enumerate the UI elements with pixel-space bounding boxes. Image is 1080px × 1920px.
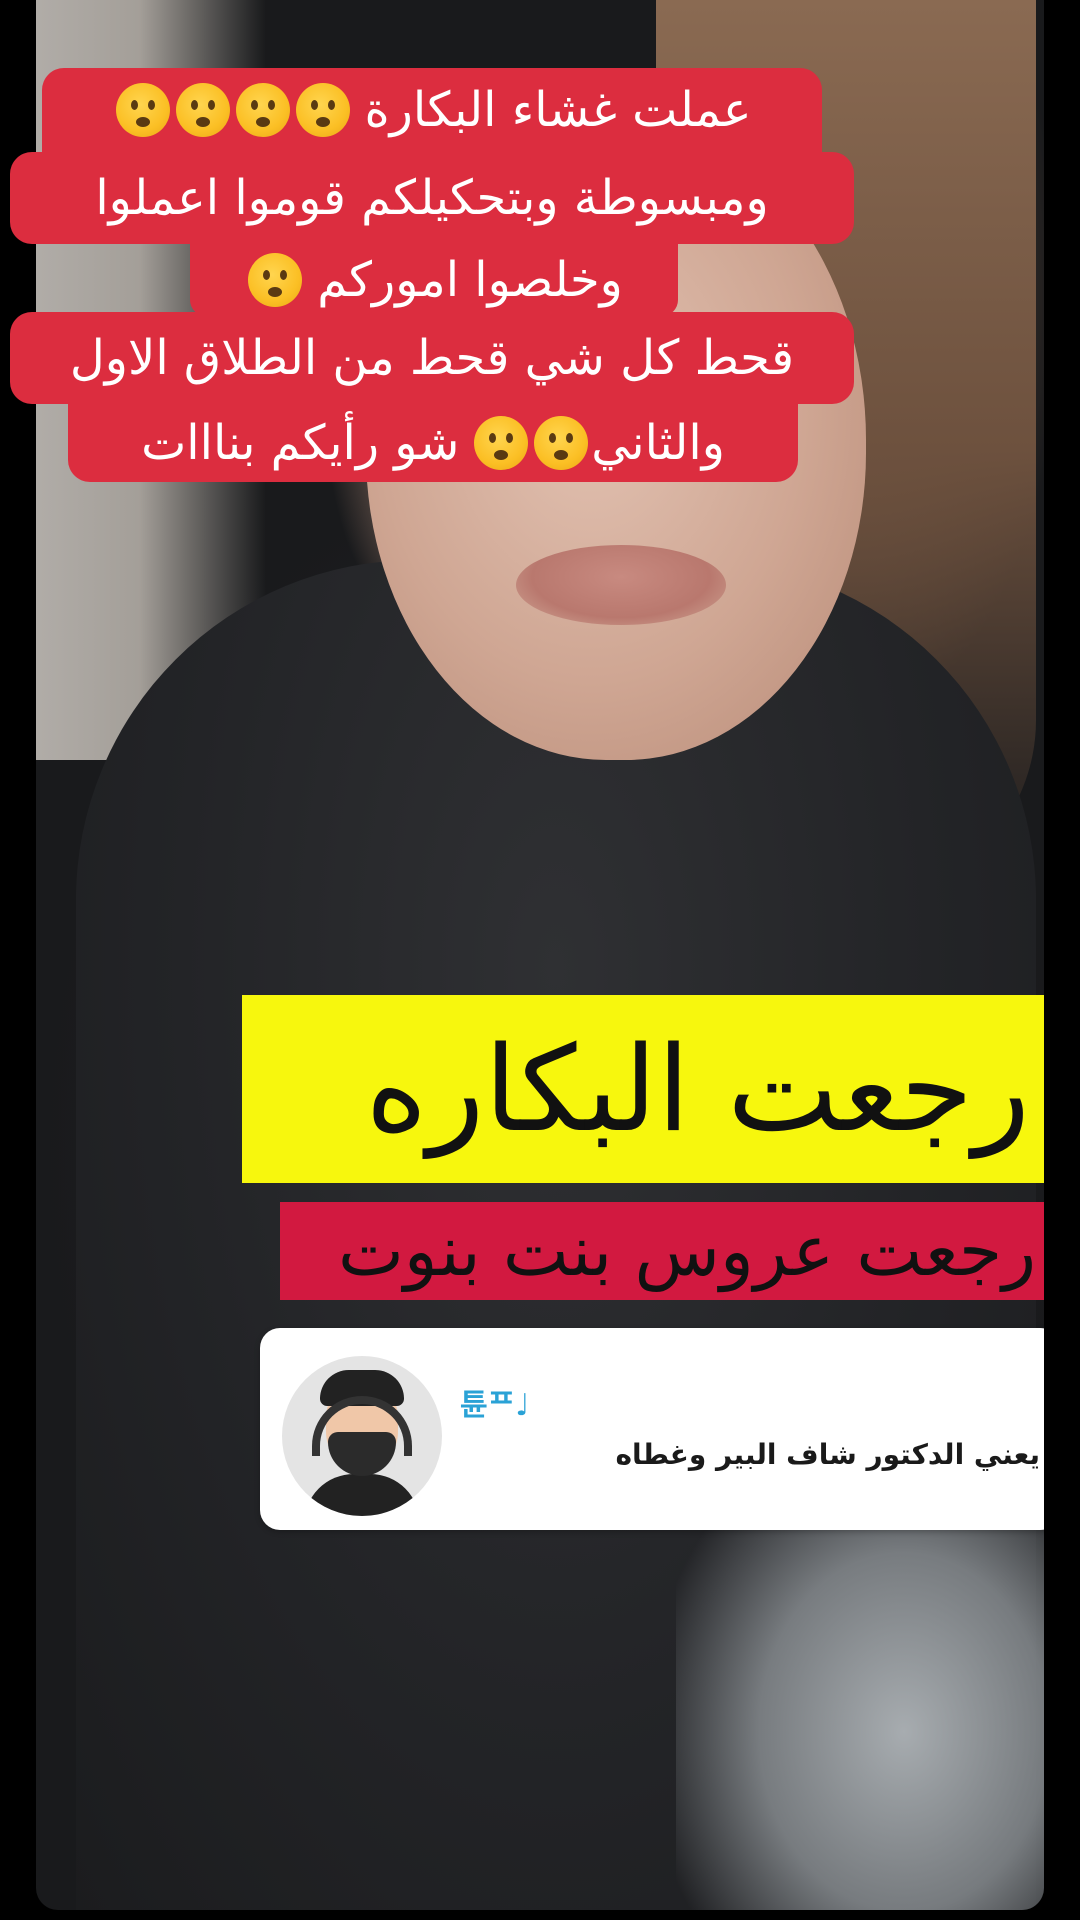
caption-line-4: قحط كل شي قحط من الطلاق الاول	[10, 312, 854, 404]
caption-line-3-text: وخلصوا اموركم	[317, 252, 623, 308]
worried-face-icon	[295, 83, 350, 137]
worried-face-icon	[175, 83, 230, 137]
worried-face-icon	[534, 416, 589, 470]
caption-line-4-text: قحط كل شي قحط من الطلاق الاول	[69, 330, 795, 386]
worried-face-icon	[474, 416, 529, 470]
video-title: رجعت البكاره	[365, 1020, 1031, 1158]
avatar	[282, 1356, 442, 1516]
caption-line-5-text-b: شو رأيكم بنااات	[141, 415, 460, 471]
caption-line-5-text-a: والثاني	[591, 415, 725, 471]
caption-line-1: عملت غشاء البكارة	[42, 68, 822, 152]
video-subtitle-banner: رجعت عروس بنت بنوت	[280, 1202, 1044, 1300]
screen: رجعت البكاره رجعت عروس بنت بنوت 튠ᄑ♩ يعني…	[0, 0, 1080, 1920]
caption-line-2-text: ومبسوطة وبتحكيلكم قوموا اعملوا	[95, 170, 769, 226]
worried-face-icon	[248, 253, 303, 307]
video-title-banner: رجعت البكاره	[242, 995, 1044, 1183]
comment-text: يعني الدكتور شاف البير وغطاه	[615, 1438, 1040, 1471]
comment-username: 튠ᄑ♩	[460, 1388, 530, 1423]
caption-line-1-text: عملت غشاء البكارة	[364, 82, 752, 138]
worried-face-icon	[235, 83, 290, 137]
caption-line-3: وخلصوا اموركم	[190, 244, 678, 316]
video-subtitle: رجعت عروس بنت بنوت	[338, 1210, 1036, 1292]
worried-face-icon	[115, 83, 170, 137]
comment-card: 튠ᄑ♩ يعني الدكتور شاف البير وغطاه	[260, 1328, 1044, 1530]
caption-line-2: ومبسوطة وبتحكيلكم قوموا اعملوا	[10, 152, 854, 244]
lips	[516, 545, 726, 625]
caption-line-5: والثاني شو رأيكم بنااات	[68, 404, 798, 482]
